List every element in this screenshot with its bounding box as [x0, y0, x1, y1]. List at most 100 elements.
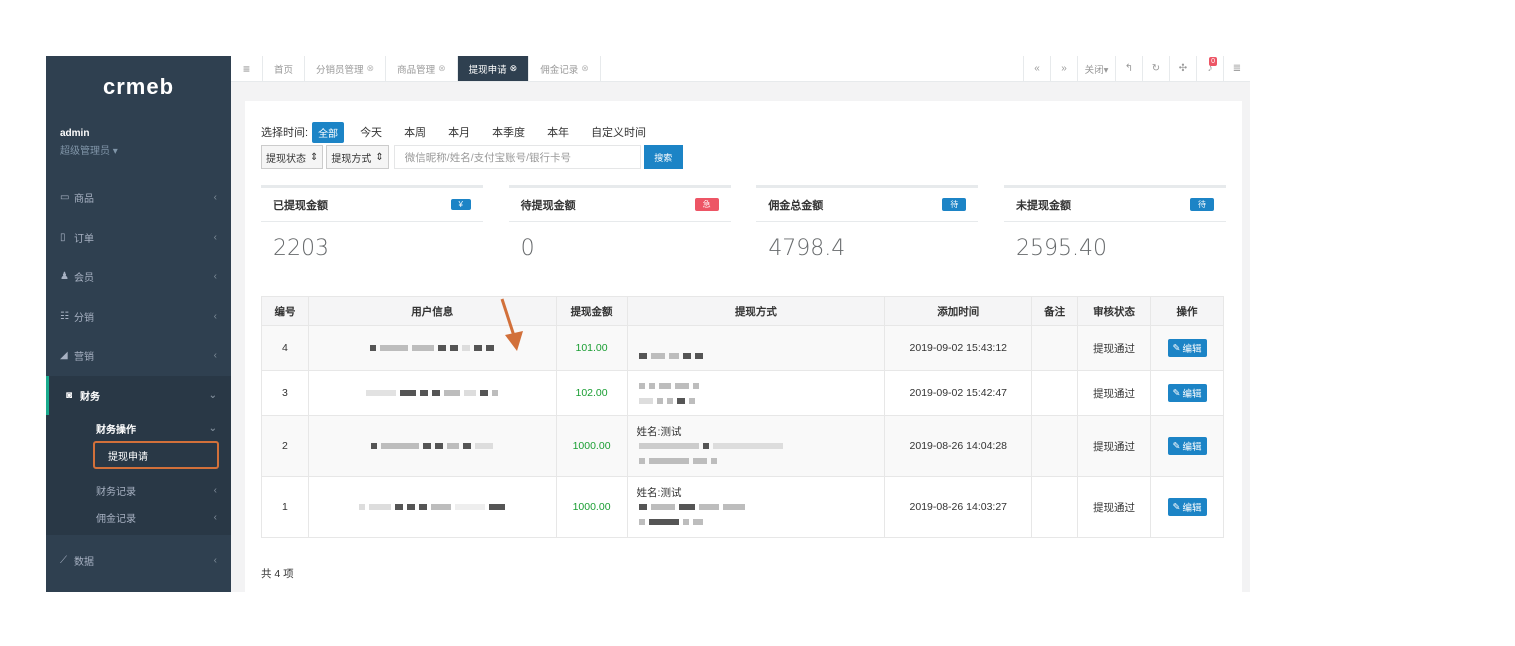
sidebar-item-finance[interactable]: ◙ 财务 ⌄ [46, 375, 231, 415]
column-header: 备注 [1031, 296, 1079, 326]
method-redacted [637, 515, 885, 530]
time-today-button[interactable]: 今天 [354, 121, 388, 143]
user-icon: ♟ [60, 271, 69, 283]
back-icon[interactable]: ↰ [1115, 56, 1142, 81]
time-month-button[interactable]: 本月 [442, 121, 476, 143]
table-row: 2 1000.00 姓名:测试 2019-08-26 14:04:28 提现通过… [261, 415, 1224, 477]
sidebar-item-marketing[interactable]: ◢ 营销 ‹ [46, 336, 231, 376]
method-redacted [637, 393, 885, 408]
cell-time: 2019-09-02 15:42:47 [884, 370, 1033, 416]
edit-button[interactable]: ✎ 编辑 [1167, 384, 1207, 402]
clipboard-icon: ▯ [60, 231, 66, 243]
settings-menu-icon[interactable]: ≣ [1223, 56, 1250, 81]
bell-icon[interactable]: ♪ 0 [1196, 56, 1223, 81]
cell-status: 提现通过 [1077, 370, 1152, 416]
method-redacted [637, 378, 885, 393]
refresh-icon[interactable]: ↻ [1142, 56, 1169, 81]
cell-id: 2 [261, 415, 309, 477]
sidebar-item-distribution[interactable]: ☷ 分销 ‹ [46, 297, 231, 337]
sidebar-item-finance-ops[interactable]: 财务操作 ⌄ [46, 415, 231, 442]
close-icon[interactable]: ⊗ [367, 63, 375, 74]
search-button[interactable]: 搜索 [643, 145, 683, 169]
cell-time: 2019-08-26 14:04:28 [884, 415, 1033, 477]
scroll-right-icon[interactable]: » [1050, 56, 1077, 81]
tab-home[interactable]: 首页 [263, 56, 306, 81]
stat-card-commission-total: 佣金总金额 待 4798.4 [756, 185, 979, 275]
chevron-left-icon: ‹ [213, 555, 217, 567]
tab-withdraw-apply[interactable]: 提现申请 ⊗ [457, 56, 530, 81]
cell-amount: 1000.00 [555, 476, 628, 538]
cell-withdraw-method [626, 325, 886, 371]
scroll-left-icon[interactable]: « [1023, 56, 1050, 81]
time-custom-button[interactable]: 自定义时间 [585, 121, 652, 143]
sidebar-nav: ▭ 商品 ‹ ▯ 订单 ‹ ♟ 会员 ‹ ☷ 分销 ‹ ◢ 营销 ‹ ◙ 财务 … [46, 178, 231, 581]
select-value: 提现方式 [331, 153, 372, 165]
cell-user-info-redacted [307, 370, 557, 416]
cell-user-info-redacted [307, 476, 557, 538]
fullscreen-icon[interactable]: ✣ [1169, 56, 1196, 81]
stat-title: 已提现金额 [273, 199, 328, 212]
cell-note [1031, 325, 1079, 371]
time-quarter-button[interactable]: 本季度 [486, 121, 531, 143]
chevron-left-icon: ‹ [213, 231, 217, 243]
finance-submenu: 财务操作 ⌄ 提现申请 财务记录 ‹ 佣金记录 ‹ [46, 415, 231, 535]
table-row: 1 1000.00 姓名:测试 2019-08-26 14:03:27 提现通过… [261, 476, 1224, 538]
chevron-left-icon: ‹ [213, 310, 217, 322]
sidebar-item-products[interactable]: ▭ 商品 ‹ [46, 178, 231, 218]
sidebar-item-finance-records[interactable]: 财务记录 ‹ [46, 477, 231, 504]
time-all-button[interactable]: 全部 [312, 121, 345, 143]
sidebar-item-members[interactable]: ♟ 会员 ‹ [46, 257, 231, 297]
sidebar-item-label: 数据 [74, 557, 94, 569]
tab-distributor-manage[interactable]: 分销员管理 ⊗ [305, 56, 387, 81]
method-select[interactable]: 提现方式 ⇕ [326, 145, 389, 169]
cell-status: 提现通过 [1077, 415, 1152, 477]
cell-status: 提现通过 [1077, 476, 1152, 538]
user-profile[interactable]: admin 超级管理员 ▾ [46, 108, 231, 178]
cell-status: 提现通过 [1077, 325, 1152, 371]
chevron-left-icon: ‹ [213, 512, 217, 523]
column-header: 添加时间 [884, 296, 1033, 326]
content-panel: 选择时间: 全部 今天 本周 本月 本季度 本年 自定义时间 提现状态 ⇕ 提现方… [245, 101, 1242, 592]
select-arrows-icon: ⇕ [310, 151, 319, 163]
method-redacted [637, 439, 885, 454]
cell-id: 3 [261, 370, 309, 416]
time-filter-label: 选择时间: [261, 127, 309, 139]
tab-commission-records[interactable]: 佣金记录 ⊗ [529, 56, 601, 81]
tab-product-manage[interactable]: 商品管理 ⊗ [386, 56, 458, 81]
sidebar-item-orders[interactable]: ▯ 订单 ‹ [46, 218, 231, 258]
highlight-annotation [93, 441, 219, 469]
stat-title: 佣金总金额 [768, 199, 824, 212]
stat-value: 2595.40 [1015, 236, 1107, 261]
notification-badge: 0 [1209, 57, 1217, 66]
sidebar-item-label: 订单 [74, 233, 94, 245]
close-tabs-dropdown[interactable]: 关闭▾ [1077, 56, 1115, 81]
column-header: 操作 [1150, 296, 1224, 326]
cell-time: 2019-09-02 15:43:12 [884, 325, 1033, 371]
sidebar-item-data[interactable]: ⟋ 数据 ‹ [46, 541, 231, 581]
cell-amount: 1000.00 [555, 415, 628, 477]
cell-action: ✎ 编辑 [1150, 476, 1224, 538]
close-icon[interactable]: ⊗ [510, 63, 518, 74]
time-year-button[interactable]: 本年 [541, 121, 575, 143]
edit-icon: ✎ [1172, 387, 1181, 399]
edit-button[interactable]: ✎ 编辑 [1167, 339, 1207, 357]
search-input[interactable]: 微信昵称/姓名/支付宝账号/银行卡号 [393, 145, 641, 169]
cell-withdraw-method: 姓名:测试 [626, 476, 886, 538]
edit-button[interactable]: ✎ 编辑 [1167, 498, 1207, 516]
cell-action: ✎ 编辑 [1150, 370, 1224, 416]
cell-note [1031, 370, 1079, 416]
method-name: 姓名:测试 [636, 425, 682, 438]
status-select[interactable]: 提现状态 ⇕ [261, 145, 324, 169]
menu-toggle-icon[interactable]: ≡ [231, 56, 263, 81]
user-role-dropdown[interactable]: 超级管理员 ▾ [60, 142, 217, 157]
stat-value: 4798.4 [768, 236, 846, 261]
line-chart-icon: ⟋ [60, 555, 67, 567]
sidebar-item-commission-records[interactable]: 佣金记录 ‹ [46, 504, 231, 531]
edit-button[interactable]: ✎ 编辑 [1167, 437, 1207, 455]
time-filter: 选择时间: 全部 今天 本周 本月 本季度 本年 自定义时间 [261, 121, 652, 143]
close-icon[interactable]: ⊗ [581, 63, 589, 74]
close-icon[interactable]: ⊗ [438, 63, 446, 74]
cell-id: 1 [261, 476, 309, 538]
sidebar-item-label: 财务 [80, 391, 100, 403]
time-week-button[interactable]: 本周 [398, 121, 432, 143]
